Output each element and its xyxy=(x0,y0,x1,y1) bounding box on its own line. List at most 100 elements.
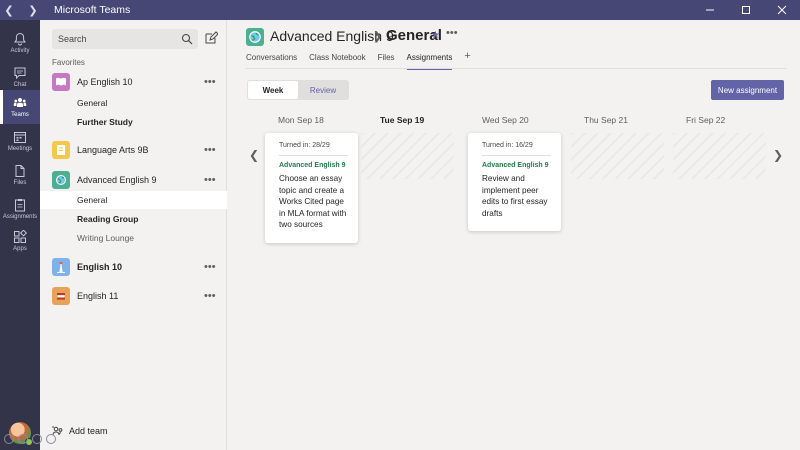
rail-label: Activity xyxy=(10,48,30,54)
bell-icon xyxy=(14,32,26,46)
team-ap-english-10[interactable]: Ap English 10 ••• xyxy=(40,71,227,93)
team-english-10[interactable]: English 10 ••• xyxy=(40,256,227,278)
day-header-wed: Wed Sep 20 xyxy=(482,115,529,125)
turned-in-count: Turned in: 16/29 xyxy=(482,142,551,156)
more-icon[interactable] xyxy=(46,434,56,444)
tab-files[interactable]: Files xyxy=(378,53,395,67)
books-icon xyxy=(52,287,70,305)
team-name: English 10 xyxy=(77,262,123,272)
day-of-week: Thu xyxy=(584,115,599,125)
more-options-icon[interactable]: ••• xyxy=(204,174,216,186)
chevron-right-icon: ❯ xyxy=(373,31,383,43)
channel-general-selected[interactable]: General xyxy=(40,191,227,209)
rail-label: Chat xyxy=(13,82,27,88)
assignment-team: Advanced English 9 xyxy=(482,162,549,169)
edit-icon[interactable] xyxy=(4,434,14,444)
rail-label: Apps xyxy=(13,246,27,252)
main-content: Advanced English 9 ❯ General ★ ••• Conve… xyxy=(228,20,800,450)
search-placeholder: Search xyxy=(58,34,87,44)
add-tab-icon[interactable]: + xyxy=(464,50,470,67)
zoom-icon[interactable] xyxy=(32,434,42,444)
channel-writing-lounge[interactable]: Writing Lounge xyxy=(40,229,227,247)
teams-sidebar: Search Favorites Ap English 10 ••• Gener… xyxy=(40,20,227,450)
globe-icon xyxy=(52,171,70,189)
assignment-description: Choose an essay topic and create a Works… xyxy=(279,174,347,229)
book-icon xyxy=(52,73,70,91)
assignment-description: Review and implement peer edits to first… xyxy=(482,174,548,218)
more-options-icon[interactable]: ••• xyxy=(446,27,458,39)
toggle-week[interactable]: Week xyxy=(248,81,298,99)
empty-day-column xyxy=(361,133,454,179)
day-date: Sep 22 xyxy=(698,115,726,125)
forward-arrow-icon[interactable]: ❯ xyxy=(26,4,40,17)
assignment-icon xyxy=(15,199,25,212)
new-assignment-button[interactable]: New assignment xyxy=(711,80,784,100)
window-controls xyxy=(692,0,800,20)
turned-in-count: Turned in: 28/29 xyxy=(279,142,348,156)
window-title: Microsoft Teams xyxy=(54,4,131,16)
more-options-icon[interactable]: ••• xyxy=(204,290,216,302)
day-header-mon: Mon Sep 18 xyxy=(278,115,324,125)
toggle-review[interactable]: Review xyxy=(298,81,348,99)
channel-tabs: Conversations Class Notebook Files Assig… xyxy=(246,50,471,70)
assignment-card[interactable]: Turned in: 28/29 Advanced English 9 Choo… xyxy=(265,133,358,243)
team-name: Ap English 10 xyxy=(77,77,133,87)
day-of-week: Fri xyxy=(686,115,696,125)
copy-icon[interactable] xyxy=(18,434,28,444)
channel-general[interactable]: General xyxy=(40,94,227,112)
rail-label: Meetings xyxy=(7,146,33,152)
rail-label: Teams xyxy=(11,112,29,118)
day-of-week: Wed xyxy=(482,115,500,125)
day-date: Sep 18 xyxy=(296,115,324,125)
rail-item-activity[interactable]: Activity xyxy=(0,26,40,60)
chevron-right-icon[interactable]: ❯ xyxy=(773,148,783,162)
rail-label: Files xyxy=(13,180,27,186)
maximize-icon[interactable] xyxy=(728,0,764,20)
assignment-card[interactable]: Turned in: 16/29 Advanced English 9 Revi… xyxy=(468,133,561,231)
globe-icon xyxy=(246,28,264,46)
compose-icon[interactable] xyxy=(204,31,218,45)
chat-icon xyxy=(14,67,26,80)
view-toggle: Week Review xyxy=(247,80,349,100)
team-language-arts-9b[interactable]: Language Arts 9B ••• xyxy=(40,139,227,161)
day-date: Sep 20 xyxy=(501,115,529,125)
rail-item-meetings[interactable]: Meetings xyxy=(0,124,40,158)
chevron-left-icon[interactable]: ❮ xyxy=(249,148,259,162)
empty-day-column xyxy=(571,133,664,179)
channel-further-study[interactable]: Further Study xyxy=(40,113,227,131)
close-icon[interactable] xyxy=(764,0,800,20)
search-input[interactable]: Search xyxy=(52,29,198,49)
file-icon xyxy=(15,165,25,177)
channel-reading-group[interactable]: Reading Group xyxy=(40,210,227,228)
rail-item-apps[interactable]: Apps xyxy=(0,224,40,258)
team-name: English 11 xyxy=(77,291,119,301)
lighthouse-icon xyxy=(52,258,70,276)
search-icon xyxy=(181,33,193,45)
more-options-icon[interactable]: ••• xyxy=(204,76,216,88)
tab-class-notebook[interactable]: Class Notebook xyxy=(309,53,365,67)
more-options-icon[interactable]: ••• xyxy=(204,261,216,273)
more-options-icon[interactable]: ••• xyxy=(204,144,216,156)
day-header-tue: Tue Sep 19 xyxy=(380,115,424,125)
notebook-icon xyxy=(52,141,70,159)
rail-item-files[interactable]: Files xyxy=(0,158,40,192)
rail-label: Assignments xyxy=(2,214,38,220)
header-divider xyxy=(246,68,786,69)
rail-item-teams[interactable]: Teams xyxy=(0,90,40,124)
tab-conversations[interactable]: Conversations xyxy=(246,53,297,67)
team-name: Language Arts 9B xyxy=(77,145,149,155)
star-icon[interactable]: ★ xyxy=(431,30,440,41)
tab-assignments[interactable]: Assignments xyxy=(406,53,452,70)
minimize-icon[interactable] xyxy=(692,0,728,20)
add-team-button[interactable]: Add team xyxy=(52,425,108,437)
team-english-11[interactable]: English 11 ••• xyxy=(40,285,227,307)
day-date: Sep 21 xyxy=(601,115,628,125)
team-advanced-english-9[interactable]: Advanced English 9 ••• xyxy=(40,169,227,191)
day-of-week: Mon xyxy=(278,115,295,125)
app-rail: Activity Chat Teams Meetings Files Assig… xyxy=(0,20,40,450)
day-date: Sep 19 xyxy=(396,115,425,125)
rail-item-assignments[interactable]: Assignments xyxy=(0,192,40,226)
back-arrow-icon[interactable]: ❮ xyxy=(2,4,16,17)
day-header-fri: Fri Sep 22 xyxy=(686,115,725,125)
rail-item-chat[interactable]: Chat xyxy=(0,60,40,94)
